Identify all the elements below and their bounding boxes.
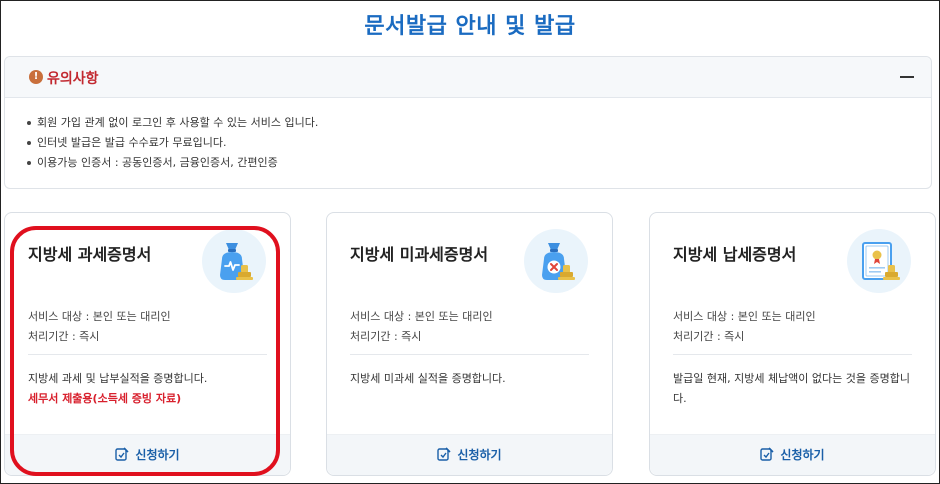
card-description-block: 지방세 과세 및 납부실적을 증명합니다. 세무서 제출용(소득세 증빙 자료) [28, 369, 267, 409]
service-target: 서비스 대상 : 본인 또는 대리인 [350, 310, 493, 323]
edit-form-icon [760, 447, 774, 461]
notice-item: 인터넷 발급은 발급 수수료가 무료입니다. [27, 133, 318, 153]
notice-item: 이용가능 인증서 : 공동인증서, 금융인증서, 간편인증 [27, 153, 318, 173]
notice-item: 회원 가입 관계 없이 로그인 후 사용할 수 있는 서비스 입니다. [27, 113, 318, 133]
card-title: 지방세 납세증명서 [673, 245, 797, 264]
card-title: 지방세 미과세증명서 [350, 245, 489, 264]
divider [28, 354, 267, 355]
tax-bag-x-stamp-icon [524, 229, 588, 293]
card-description: 발급일 현재, 지방세 체납액이 없다는 것을 증명합니다. [673, 372, 910, 405]
exclamation-icon: ! [29, 70, 43, 84]
card-meta: 서비스 대상 : 본인 또는 대리인 처리기간 : 즉시 [350, 307, 493, 347]
page-title: 문서발급 안내 및 발급 [364, 14, 576, 39]
apply-button[interactable]: 신청하기 [5, 434, 290, 475]
tax-bag-stamp-icon [202, 229, 266, 293]
service-target: 서비스 대상 : 본인 또는 대리인 [28, 310, 171, 323]
card-meta: 서비스 대상 : 본인 또는 대리인 처리기간 : 즉시 [28, 307, 171, 347]
service-target: 서비스 대상 : 본인 또는 대리인 [673, 310, 816, 323]
card-tax-assessment: 지방세 과세증명서 서비스 대상 : 본인 또는 대리인 처리기간 : 즉시 지… [4, 212, 291, 476]
certificate-stamp-icon [847, 229, 911, 293]
card-meta: 서비스 대상 : 본인 또는 대리인 처리기간 : 즉시 [673, 307, 816, 347]
divider [673, 354, 912, 355]
divider [350, 354, 589, 355]
card-description-block: 발급일 현재, 지방세 체납액이 없다는 것을 증명합니다. [673, 369, 912, 409]
bullet-icon [27, 161, 31, 165]
edit-form-icon [437, 447, 451, 461]
apply-label: 신청하기 [135, 448, 180, 462]
card-non-tax: 지방세 미과세증명서 서비스 대상 : 본인 또는 대리인 처리기간 : 즉시 … [326, 212, 613, 476]
card-tax-payment: 지방세 납세증명서 서비스 대상 : 본인 또는 대리인 처리기간 : 즉시 발… [649, 212, 936, 476]
apply-label: 신청하기 [457, 448, 502, 462]
collapse-button[interactable] [897, 67, 917, 87]
apply-button[interactable]: 신청하기 [650, 434, 935, 475]
edit-form-icon [115, 447, 129, 461]
notice-list: 회원 가입 관계 없이 로그인 후 사용할 수 있는 서비스 입니다. 인터넷 … [27, 113, 318, 173]
processing-period: 처리기간 : 즉시 [28, 330, 100, 343]
bullet-icon [27, 121, 31, 125]
card-description: 지방세 과세 및 납부실적을 증명합니다. [28, 372, 208, 385]
card-description-block: 지방세 미과세 실적을 증명합니다. [350, 369, 589, 389]
card-description: 지방세 미과세 실적을 증명합니다. [350, 372, 506, 385]
processing-period: 처리기간 : 즉시 [673, 330, 745, 343]
apply-button[interactable]: 신청하기 [327, 434, 612, 475]
bullet-icon [27, 141, 31, 145]
card-note: 세무서 제출용(소득세 증빙 자료) [28, 392, 182, 405]
processing-period: 처리기간 : 즉시 [350, 330, 422, 343]
notice-header[interactable]: ! 유의사항 [5, 57, 931, 98]
notice-panel: ! 유의사항 회원 가입 관계 없이 로그인 후 사용할 수 있는 서비스 입니… [4, 56, 932, 189]
notice-title: 유의사항 [47, 71, 99, 87]
card-title: 지방세 과세증명서 [28, 245, 152, 264]
apply-label: 신청하기 [780, 448, 825, 462]
